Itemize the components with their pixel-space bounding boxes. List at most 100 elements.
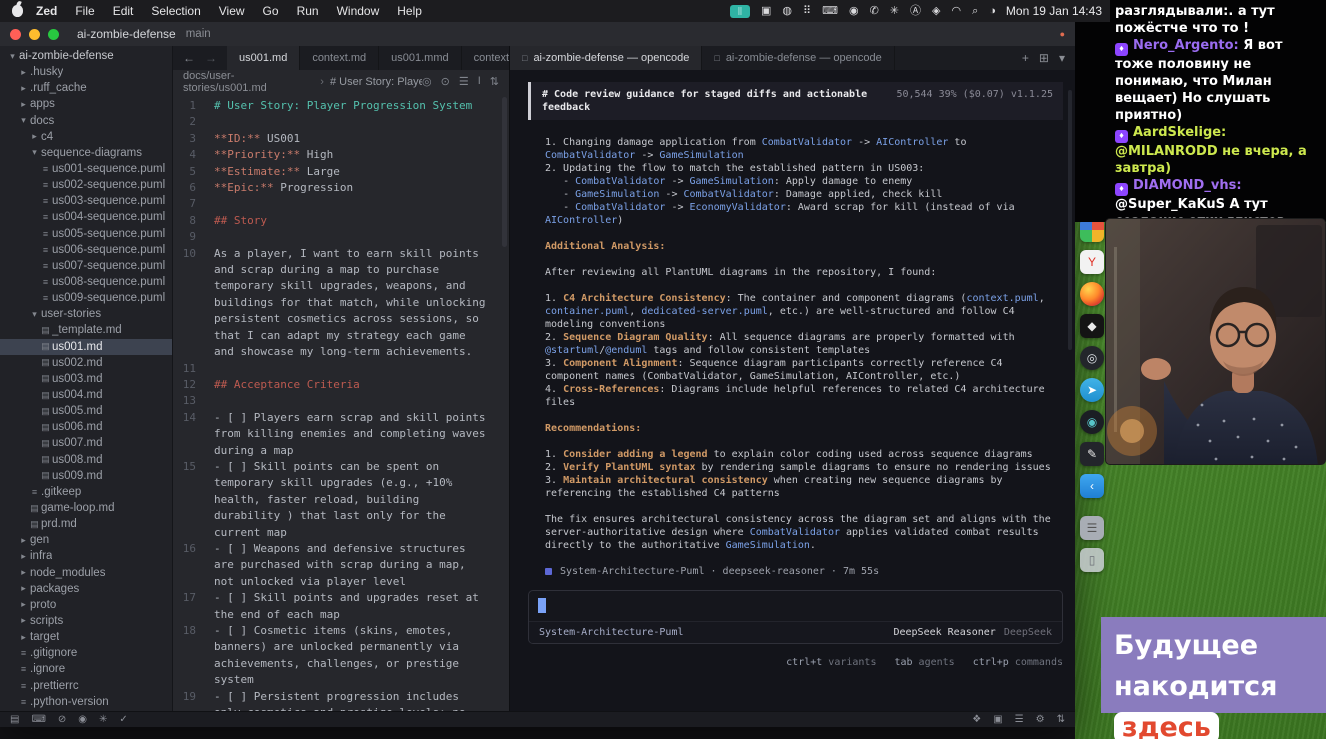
assistant-icon[interactable]: ✳ [99, 714, 107, 725]
apple-menu-icon[interactable] [12, 5, 23, 17]
keyboard-badge-icon[interactable]: ⣿ [730, 4, 750, 18]
nav-back-icon[interactable]: ← [183, 51, 195, 65]
editor-line[interactable]: 14 - [ ] Players earn scrap and skill poi… [173, 410, 509, 459]
telegram-icon[interactable]: ➤ [1080, 378, 1104, 402]
editor-line[interactable]: 10 As a player, I want to earn skill poin… [173, 246, 509, 361]
editor-line[interactable]: 11 [173, 361, 509, 377]
tree-file-us008-md[interactable]: ▤ us008.md [0, 452, 172, 468]
minimize-window-button[interactable] [29, 28, 40, 40]
black-app-icon[interactable]: ◆ [1080, 314, 1104, 338]
editor-line[interactable]: 17 - [ ] Skill points and upgrades reset … [173, 590, 509, 623]
chat-username[interactable]: Nero_Argento: [1133, 38, 1243, 53]
tab-terminal-1[interactable]: □ ai-zombie-defense — opencode [510, 46, 703, 70]
server-drive-icon[interactable]: ☰ [1080, 516, 1104, 540]
editor-scrollbar[interactable] [502, 97, 507, 247]
tree-folder-target[interactable]: ▸ target [0, 629, 172, 645]
tree-file-us007-md[interactable]: ▤ us007.md [0, 435, 172, 451]
settings-icon[interactable]: ⚙ [1036, 714, 1045, 725]
tree-file-us009-md[interactable]: ▤ us009.md [0, 468, 172, 484]
editor-buffer[interactable]: 1 # User Story: Player Progression System… [173, 93, 509, 711]
tree-folder-ai-zombie-defense[interactable]: ▾ ai-zombie-defense [0, 48, 172, 64]
phone-icon[interactable]: ✆ [870, 5, 879, 17]
tree-folder-user-stories[interactable]: ▾ user-stories [0, 306, 172, 322]
diagnostics-icon[interactable]: ⊘ [58, 714, 66, 725]
tree-file-us003-md[interactable]: ▤ us003.md [0, 371, 172, 387]
tree-file-us002-sequence-puml[interactable]: ≡ us002-sequence.puml [0, 177, 172, 193]
inlay-toggle-icon[interactable]: ◎ [422, 75, 432, 88]
editor-line[interactable]: 12 ## Acceptance Criteria [173, 377, 509, 393]
editor-line[interactable]: 19 - [ ] Persistent progression includes … [173, 689, 509, 711]
tree-file-us003-sequence-puml[interactable]: ≡ us003-sequence.puml [0, 193, 172, 209]
language-icon[interactable]: ▣ [993, 714, 1002, 725]
editor-line[interactable]: 15 - [ ] Skill points can be spent on tem… [173, 459, 509, 541]
split-terminal-button[interactable]: ⊞ [1039, 51, 1049, 65]
menu-edit[interactable]: Edit [104, 4, 143, 18]
menubar-clock[interactable]: Mon 19 Jan 14:43 [1006, 4, 1102, 18]
chat-username[interactable]: DIAMOND_vhs: [1133, 178, 1242, 193]
editor-line[interactable]: 16 - [ ] Weapons and defensive structures… [173, 541, 509, 590]
menu-view[interactable]: View [210, 4, 254, 18]
project-panel[interactable]: ▾ ai-zombie-defense ▸ .husky ▸ .ruff_cache ▸ ap… [0, 46, 173, 711]
chat-username[interactable]: AardSkelige: [1133, 125, 1226, 140]
trash-icon[interactable]: ▯ [1080, 548, 1104, 572]
expand-icon[interactable]: ⇅ [490, 75, 499, 88]
tree-file-us004-sequence-puml[interactable]: ≡ us004-sequence.puml [0, 209, 172, 225]
editor-line[interactable]: 7 [173, 196, 509, 212]
editor-line[interactable]: 5 **Estimate:** Large [173, 164, 509, 180]
tab-context-puml[interactable]: context.puml [462, 46, 509, 70]
project-panel-toggle-icon[interactable]: ▤ [10, 714, 19, 725]
tree-file-us007-sequence-puml[interactable]: ≡ us007-sequence.puml [0, 258, 172, 274]
menu-file[interactable]: File [66, 4, 103, 18]
editor-line[interactable]: 2 [173, 114, 509, 130]
terminal-menu-button[interactable]: ▾ [1059, 51, 1065, 65]
buffer-search-icon[interactable]: ⊙ [441, 75, 450, 88]
prompt-input[interactable]: System-Architecture-Puml DeepSeek Reason… [528, 590, 1063, 644]
editor-line[interactable]: 18 - [ ] Cosmetic items (skins, emotes, b… [173, 623, 509, 689]
tree-file-us006-sequence-puml[interactable]: ≡ us006-sequence.puml [0, 242, 172, 258]
editor-line[interactable]: 4 **Priority:** High [173, 147, 509, 163]
editor-line[interactable]: 6 **Epic:** Progression [173, 180, 509, 196]
vscode-icon[interactable]: ‹ [1080, 474, 1104, 498]
editor-line[interactable]: 9 [173, 229, 509, 245]
tree-folder--husky[interactable]: ▸ .husky [0, 64, 172, 80]
wifi-icon[interactable]: ◠ [951, 5, 961, 17]
check-icon[interactable]: ✓ [119, 714, 127, 725]
outline-panel-icon[interactable]: ☰ [1015, 714, 1024, 725]
cursor-icon[interactable]: I [478, 75, 481, 88]
new-terminal-button[interactable]: + [1022, 51, 1029, 65]
notes-app-icon[interactable]: ✎ [1080, 442, 1104, 466]
tree-folder-apps[interactable]: ▸ apps [0, 96, 172, 112]
stats-icon[interactable]: ✳ [890, 5, 899, 17]
close-window-button[interactable] [10, 28, 21, 40]
tree-file-us006-md[interactable]: ▤ us006.md [0, 419, 172, 435]
firefox-icon[interactable] [1080, 282, 1104, 306]
tree-file-us005-sequence-puml[interactable]: ≡ us005-sequence.puml [0, 226, 172, 242]
yandex-browser-icon[interactable]: Y [1080, 250, 1104, 274]
tree-folder-scripts[interactable]: ▸ scripts [0, 613, 172, 629]
tree-file--template-md[interactable]: ▤ _template.md [0, 322, 172, 338]
input-source-icon[interactable]: Ⓐ [910, 5, 921, 17]
menu-zed[interactable]: Zed [27, 4, 66, 18]
menu-selection[interactable]: Selection [142, 4, 209, 18]
model-name-label[interactable]: DeepSeek Reasoner [893, 626, 995, 639]
tree-file-game-loop-md[interactable]: ▤ game-loop.md [0, 500, 172, 516]
obs-icon[interactable]: ◎ [1080, 346, 1104, 370]
control-center-icon[interactable]: ◑ [989, 5, 996, 17]
zoom-window-button[interactable] [48, 28, 59, 40]
display-icon[interactable]: ▣ [761, 5, 771, 17]
breadcrumb-context[interactable]: # User Story: Playe [330, 76, 422, 88]
editor-line[interactable]: 1 # User Story: Player Progression System [173, 98, 509, 114]
tree-folder-node-modules[interactable]: ▸ node_modules [0, 565, 172, 581]
tree-folder-infra[interactable]: ▸ infra [0, 548, 172, 564]
tree-file--gitkeep[interactable]: ≡ .gitkeep [0, 484, 172, 500]
menu-help[interactable]: Help [388, 4, 431, 18]
search-icon[interactable]: ◉ [78, 714, 87, 725]
terminal-buffer[interactable]: # Code review guidance for staged diffs … [510, 70, 1075, 711]
titlebar-status-icon[interactable]: ● [1060, 29, 1065, 39]
search-icon[interactable]: ⌕ [972, 5, 978, 17]
editor-line[interactable]: 3 **ID:** US001 [173, 131, 509, 147]
terminal-scrollbar[interactable] [1068, 90, 1072, 350]
tree-folder-sequence-diagrams[interactable]: ▾ sequence-diagrams [0, 145, 172, 161]
tree-file--prettierrc[interactable]: ≡ .prettierrc [0, 677, 172, 693]
grid-icon[interactable]: ⠿ [803, 5, 811, 17]
